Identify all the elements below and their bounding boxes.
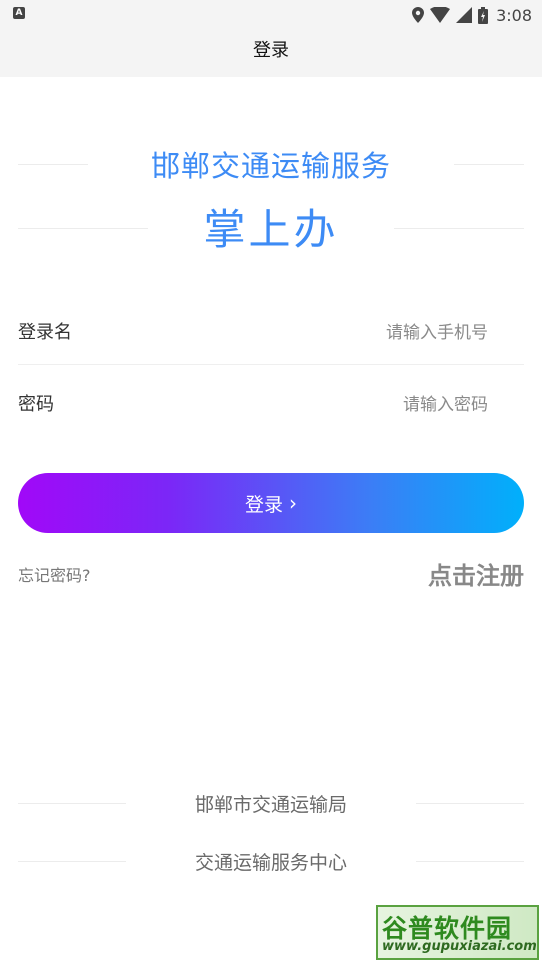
watermark-url: www.gupuxiazai.com: [382, 939, 537, 954]
username-row: 登录名: [18, 301, 524, 365]
password-label: 密码: [18, 394, 54, 415]
password-input[interactable]: [188, 385, 488, 425]
notification-icon: A: [13, 7, 25, 19]
login-button-label: 登录: [244, 493, 283, 516]
footer-org-2: 交通运输服务中心: [194, 852, 347, 874]
brand-title: 邯郸交通运输服务: [150, 149, 391, 183]
battery-icon: [478, 6, 489, 24]
footer-org-1: 邯郸市交通运输局: [194, 794, 347, 816]
password-row: 密码: [18, 373, 524, 437]
wifi-icon: [430, 7, 451, 23]
location-icon: [412, 7, 425, 23]
login-button[interactable]: 登录 ›: [18, 473, 524, 533]
username-label: 登录名: [18, 322, 72, 343]
forgot-password-link[interactable]: 忘记密码?: [18, 562, 91, 586]
register-link[interactable]: 点击注册: [428, 556, 524, 591]
username-input[interactable]: [188, 313, 488, 353]
signal-icon: [456, 7, 473, 23]
status-bar: A 3:08: [0, 0, 542, 30]
chevron-right-icon: ›: [289, 491, 297, 515]
status-time: 3:08: [496, 5, 532, 25]
brand-subtitle: 掌上办: [203, 205, 339, 254]
watermark-logo: 谷普软件园 www.gupuxiazai.com: [376, 905, 539, 960]
divider: [18, 364, 524, 365]
status-icons: 3:08: [412, 4, 532, 26]
page-title: 登录: [0, 30, 542, 77]
